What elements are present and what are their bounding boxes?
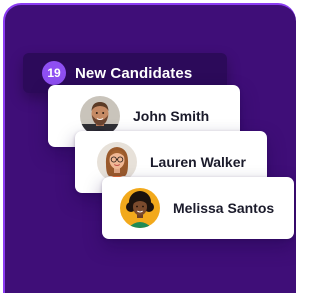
candidate-card-melissa-santos[interactable]: Melissa Santos — [102, 177, 294, 239]
candidate-count-badge: 19 — [42, 61, 66, 85]
widget-root: 19 New Candidates John Smith Lauren Walk… — [0, 0, 296, 294]
avatar-melissa-santos — [120, 188, 160, 228]
candidate-name: John Smith — [133, 108, 210, 124]
person-photo-beard-icon — [80, 96, 120, 136]
person-photo-glasses-icon — [97, 142, 137, 182]
person-photo-curly-hair-icon — [120, 188, 160, 228]
avatar-lauren-walker — [97, 142, 137, 182]
avatar-john-smith — [80, 96, 120, 136]
candidate-name: Melissa Santos — [173, 200, 275, 216]
candidate-name: Lauren Walker — [150, 154, 246, 170]
header-title: New Candidates — [75, 64, 193, 82]
candidates-panel: 19 New Candidates John Smith Lauren Walk… — [3, 3, 296, 293]
